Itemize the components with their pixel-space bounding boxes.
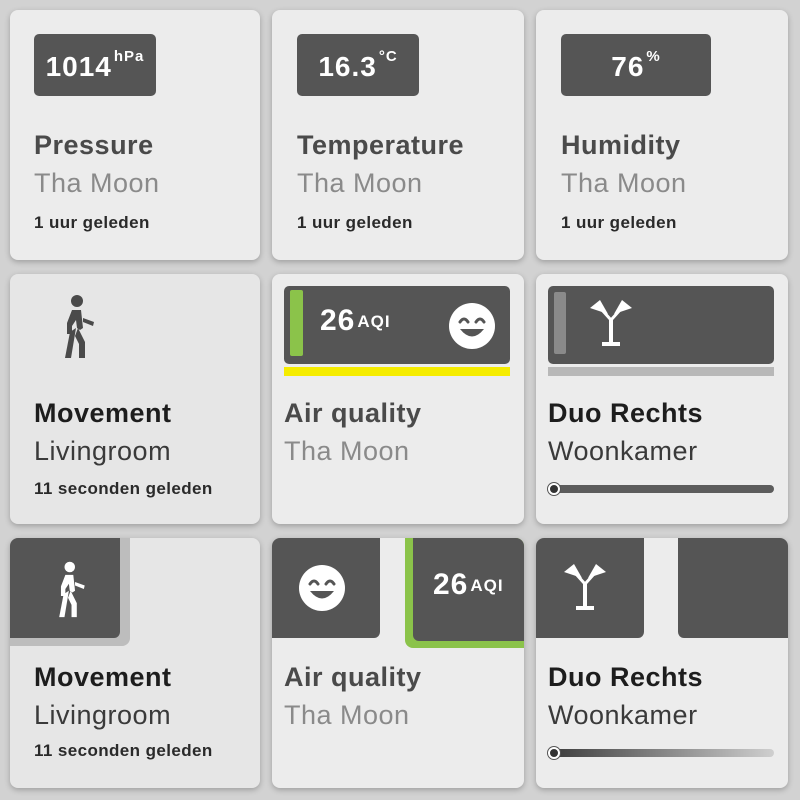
pressure-location: Tha Moon [34,168,160,198]
temperature-unit: °C [378,48,398,65]
aqi-2-value-wrap: 26 AQI [433,568,504,602]
pressure-tile[interactable]: 1014 hPa Pressure Tha Moon 1 uur geleden [10,10,260,260]
humidity-unit: % [646,48,661,65]
humidity-location: Tha Moon [561,168,687,198]
air-quality-tile-1[interactable]: 26 AQI Air quality Tha Moon [272,274,524,524]
temperature-tile[interactable]: 16.3 °C Temperature Tha Moon 1 uur gelede… [272,10,524,260]
smiley-icon [299,565,345,611]
duo-2-brightness-slider[interactable] [548,749,774,757]
temperature-location: Tha Moon [297,168,423,198]
aqi-1-unit: AQI [357,312,391,331]
aqi-1-location: Tha Moon [284,436,410,466]
movement-tile-2[interactable]: Movement Livingroom 11 seconden geleden [10,538,260,788]
humidity-tile[interactable]: 76% Humidity Tha Moon 1 uur geleden [536,10,788,260]
pressure-value-badge: 1014 hPa [34,34,156,96]
aqi-2-location: Tha Moon [284,700,410,730]
pressure-title: Pressure [34,130,154,160]
temperature-timestamp: 1 uur geleden [297,213,413,232]
duo-1-location: Woonkamer [548,436,698,466]
duo-1-level-bar [554,292,566,354]
aqi-2-unit: AQI [470,576,504,595]
movement-1-title: Movement [34,398,172,428]
humidity-timestamp: 1 uur geleden [561,213,677,232]
aqi-2-value-badge: 26 AQI [413,538,524,641]
aqi-level-bar-1 [290,290,303,356]
temperature-value-badge: 16.3 °C [297,34,419,96]
duo-rechts-tile-1[interactable]: Duo Rechts Woonkamer [536,274,788,524]
lamp-icon [590,300,632,346]
duo-1-brightness-slider[interactable] [548,485,774,493]
aqi-2-title: Air quality [284,662,422,692]
pressure-unit: hPa [113,48,145,65]
duo-2-slider-handle[interactable] [548,747,560,759]
aqi-1-title: Air quality [284,398,422,428]
duo-2-state-badge [678,538,788,638]
movement-2-badge [10,538,120,638]
temperature-value: 16.3 [318,51,377,82]
duo-1-slider-handle[interactable] [548,483,560,495]
aqi-1-value-wrap: 26 AQI [320,304,391,338]
duo-1-badge [548,286,774,364]
walking-person-icon [59,561,85,618]
movement-2-timestamp: 11 seconden geleden [34,741,213,760]
movement-2-location: Livingroom [34,700,172,730]
movement-1-location: Livingroom [34,436,172,466]
duo-2-icon-badge [536,538,644,638]
aqi-2-icon-badge [272,538,380,638]
humidity-value-badge: 76% [561,34,711,96]
temperature-title: Temperature [297,130,465,160]
humidity-value: 76 [611,51,645,82]
aqi-1-value: 26 [320,304,356,337]
walking-person-icon [65,295,94,358]
movement-1-timestamp: 11 seconden geleden [34,479,213,498]
air-quality-tile-2[interactable]: 26 AQI Air quality Tha Moon [272,538,524,788]
duo-2-location: Woonkamer [548,700,698,730]
pressure-value: 1014 [45,51,112,82]
smiley-icon [449,303,495,349]
aqi-color-line-1 [284,367,510,376]
movement-tile-1[interactable]: Movement Livingroom 11 seconden geleden [10,274,260,524]
duo-rechts-tile-2[interactable]: Duo Rechts Woonkamer [536,538,788,788]
aqi-2-value: 26 [433,568,469,601]
duo-1-title: Duo Rechts [548,398,704,428]
aqi-badge-1: 26 AQI [284,286,510,364]
humidity-title: Humidity [561,130,681,160]
movement-2-title: Movement [34,662,172,692]
duo-2-title: Duo Rechts [548,662,704,692]
pressure-timestamp: 1 uur geleden [34,213,150,232]
lamp-icon [564,564,606,610]
duo-1-underline [548,367,774,376]
